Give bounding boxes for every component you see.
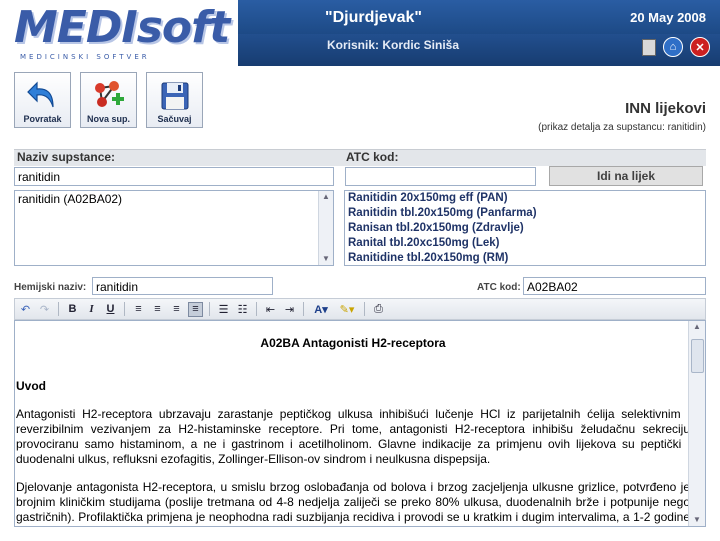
back-button[interactable]: Povratak	[14, 72, 71, 128]
scroll-thumb[interactable]	[691, 339, 704, 373]
redo-icon[interactable]: ↷	[37, 302, 52, 317]
align-right-icon[interactable]: ≡	[169, 302, 184, 317]
substance-list[interactable]: ranitidin (A02BA02) ▲ ▼	[14, 190, 334, 266]
back-button-label: Povratak	[23, 114, 62, 124]
document-paragraph: Antagonisti H2-receptora ubrzavaju zaras…	[16, 407, 690, 466]
logo: MEDIsoft MEDICINSKI SOFTVER	[0, 0, 238, 66]
drug-list[interactable]: Ranitidin 20x150mg eff (PAN) Ranitidin t…	[344, 190, 706, 266]
align-justify-icon[interactable]: ≡	[188, 301, 203, 317]
molecule-add-icon	[94, 81, 124, 107]
substance-name-label: Naziv supstance:	[17, 150, 116, 164]
italic-icon[interactable]: I	[84, 302, 99, 317]
bold-icon[interactable]: B	[65, 302, 80, 317]
scroll-down-icon[interactable]: ▼	[319, 253, 333, 265]
new-substance-label: Nova sup.	[86, 114, 130, 124]
underline-icon[interactable]: U	[103, 302, 118, 317]
logo-text: MEDIsoft	[14, 2, 230, 53]
section-title: INN lijekovi	[625, 100, 706, 117]
app-title: "Djurdjevak"	[325, 9, 422, 26]
atc-code-input-2[interactable]: A02BA02	[523, 277, 706, 295]
substance-list-scrollbar[interactable]: ▲ ▼	[318, 191, 333, 265]
align-left-icon[interactable]: ≡	[131, 302, 146, 317]
scroll-down-icon[interactable]: ▼	[689, 514, 705, 526]
outdent-icon[interactable]: ⇤	[263, 302, 278, 317]
print-icon[interactable]: ⎙	[371, 302, 386, 317]
editor-content[interactable]: A02BA Antagonisti H2-receptora Uvod Anta…	[15, 321, 690, 526]
go-to-drug-button[interactable]: Idi na lijek	[549, 166, 703, 186]
font-color-icon[interactable]: A▾	[310, 302, 332, 317]
bullet-list-icon[interactable]: ☰	[216, 302, 231, 317]
list-item[interactable]: ranitidin (A02BA02)	[15, 191, 333, 207]
section-subtitle: (prikaz detalja za supstancu: ranitidin)	[538, 122, 706, 133]
toolbar-separator	[256, 302, 257, 316]
align-center-icon[interactable]: ≡	[150, 302, 165, 317]
calculator-icon[interactable]	[642, 38, 656, 56]
logo-subtitle: MEDICINSKI SOFTVER	[20, 53, 150, 61]
toolbar-separator	[58, 302, 59, 316]
document-heading: Uvod	[16, 379, 46, 393]
drug-item[interactable]: Ranital tbl.20xc150mg (Lek)	[348, 236, 702, 251]
save-button-label: Sačuvaj	[157, 114, 192, 124]
undo-icon[interactable]: ↶	[18, 302, 33, 317]
indent-icon[interactable]: ⇥	[282, 302, 297, 317]
save-button[interactable]: Sačuvaj	[146, 72, 203, 128]
numbered-list-icon[interactable]: ☷	[235, 302, 250, 317]
close-icon[interactable]: ✕	[690, 37, 710, 57]
home-icon[interactable]: ⌂	[663, 37, 683, 57]
drug-item[interactable]: Ranitidin 20x150mg eff (PAN)	[348, 191, 702, 206]
drug-item[interactable]: Ranisan tbl.20x150mg (Zdravlje)	[348, 221, 702, 236]
scroll-up-icon[interactable]: ▲	[319, 191, 333, 203]
chemical-name-input[interactable]: ranitidin	[92, 277, 273, 295]
drug-item[interactable]: Ranitidine tbl.20x150mg (RM)	[348, 251, 702, 266]
rich-text-editor[interactable]: A02BA Antagonisti H2-receptora Uvod Anta…	[14, 320, 706, 527]
document-paragraph: Djelovanje antagonista H2-receptora, u s…	[16, 480, 690, 526]
new-substance-button[interactable]: Nova sup.	[80, 72, 137, 128]
atc-code-input[interactable]	[345, 167, 536, 186]
back-arrow-icon	[26, 81, 54, 108]
substance-name-input[interactable]: ranitidin	[14, 167, 334, 186]
toolbar-separator	[209, 302, 210, 316]
app-header: MEDIsoft MEDICINSKI SOFTVER "Djurdjevak"…	[0, 0, 720, 66]
header-actions: ⌂ ✕	[642, 37, 710, 57]
toolbar-separator	[303, 302, 304, 316]
document-title: A02BA Antagonisti H2-receptora	[260, 336, 446, 350]
floppy-disk-icon	[161, 82, 188, 110]
editor-toolbar: ↶ ↷ B I U ≡ ≡ ≡ ≡ ☰ ☷ ⇤ ⇥ A▾ ✎▾ ⎙	[14, 298, 706, 320]
scroll-up-icon[interactable]: ▲	[689, 321, 705, 333]
drug-item[interactable]: Ranitidin tbl.20x150mg (Panfarma)	[348, 206, 702, 221]
main-toolbar: Povratak Nova sup. Sačuvaj	[14, 72, 203, 128]
editor-scrollbar[interactable]: ▲ ▼	[688, 321, 705, 526]
chemical-name-label: Hemijski naziv:	[14, 282, 87, 293]
atc-code-label: ATC kod:	[346, 150, 399, 164]
toolbar-separator	[124, 302, 125, 316]
highlight-color-icon[interactable]: ✎▾	[336, 302, 358, 317]
current-user: Korisnik: Kordic Siniša	[327, 38, 460, 52]
header-date: 20 May 2008	[630, 10, 706, 25]
atc-code-label-2: ATC kod:	[477, 282, 521, 293]
toolbar-separator	[364, 302, 365, 316]
